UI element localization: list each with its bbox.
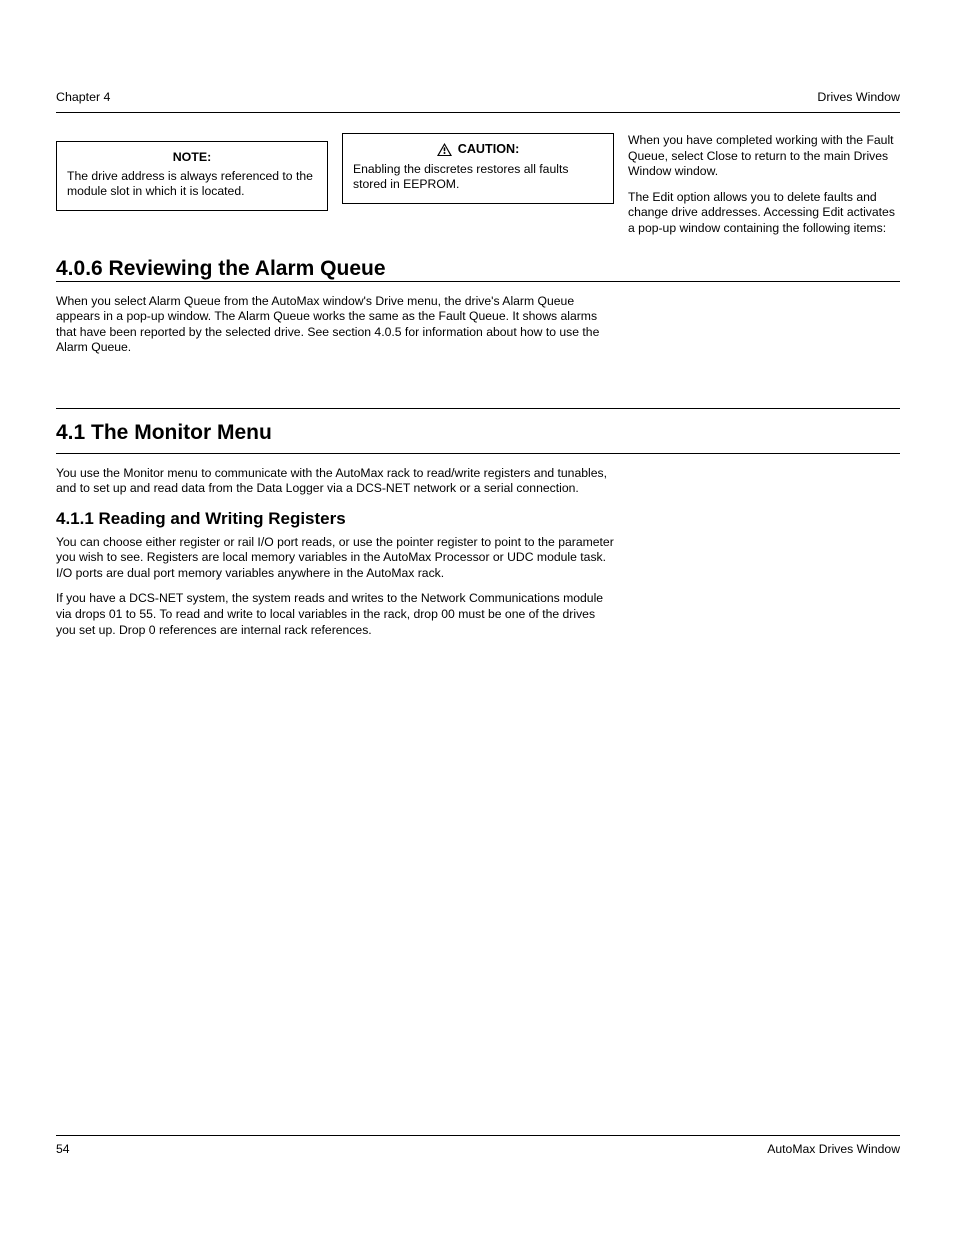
- section-4-1-desc: You use the Monitor menu to communicate …: [56, 466, 614, 497]
- col3-para-2: The Edit option allows you to delete fau…: [628, 190, 900, 237]
- page-number: 54: [56, 1142, 70, 1156]
- section-4-1-rule-bottom: [56, 453, 900, 454]
- caution-box: CAUTION: Enabling the discretes restores…: [342, 133, 614, 204]
- footer-title: AutoMax Drives Window: [767, 1142, 900, 1156]
- section-4-1-title: 4.1 The Monitor Menu: [56, 421, 900, 445]
- section-4-1-1-para-1: You can choose either register or rail I…: [56, 535, 614, 582]
- note-box: NOTE: The drive address is always refere…: [56, 141, 328, 211]
- section-4-1-rule-top: [56, 408, 900, 409]
- section-4-1-1-para-2: If you have a DCS-NET system, the system…: [56, 591, 614, 638]
- caution-label: CAUTION:: [458, 142, 520, 158]
- warning-icon: [437, 143, 452, 156]
- header-section: Drives Window: [817, 90, 900, 104]
- header-chapter: Chapter 4: [56, 90, 110, 104]
- section-4-0-6-rule: [56, 281, 900, 282]
- section-4-0-6-title: 4.0.6 Reviewing the Alarm Queue: [56, 257, 900, 281]
- section-4-0-6-desc: When you select Alarm Queue from the Aut…: [56, 294, 614, 356]
- section-4-1-1-title: 4.1.1 Reading and Writing Registers: [56, 509, 900, 529]
- header-rule: [56, 112, 900, 113]
- footer-rule: [56, 1135, 900, 1136]
- col3-para-1: When you have completed working with the…: [628, 133, 900, 180]
- caution-text: Enabling the discretes restores all faul…: [353, 162, 603, 193]
- note-text: The drive address is always referenced t…: [67, 169, 317, 200]
- note-label: NOTE:: [67, 150, 317, 166]
